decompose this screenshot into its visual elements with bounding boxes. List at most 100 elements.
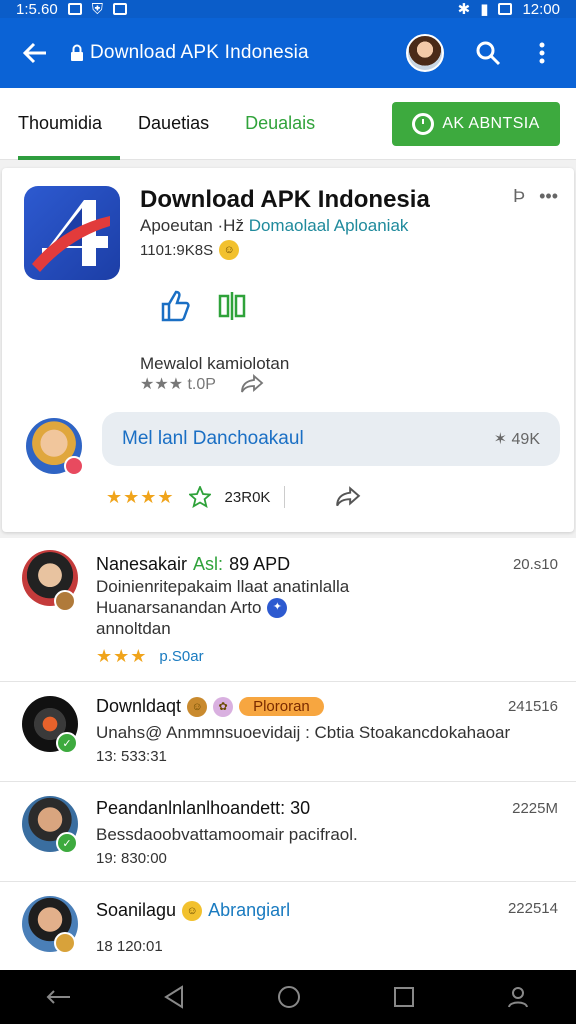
verified-badge-icon: ✓ [56, 732, 78, 754]
list-title: Nanesakair Asl: 89 APD [96, 554, 290, 575]
share-icon[interactable]: Þ [513, 186, 525, 207]
rating-line: ★★★ t.0P [140, 374, 264, 394]
list-text-2: Huanarsanandan Arto ✦ [96, 597, 288, 618]
app-description: Mewalol kamiolotan [140, 354, 290, 373]
notification-icon [67, 3, 82, 15]
app-name: Download APK Indonesia [140, 186, 430, 213]
list-title: Soanilagu ☺ Abrangiarl [96, 900, 290, 921]
list-title-rest: 89 APD [229, 554, 291, 574]
list-text-1: Unahs@ Anmmnsuoevidaĳ : Cbtia Stoakancdo… [96, 723, 511, 742]
search-button[interactable] [468, 33, 508, 73]
tab-thoumidia[interactable]: Thoumidia [0, 88, 121, 160]
flag-icon: ✦ [267, 597, 288, 618]
split-view-icon[interactable] [216, 290, 248, 322]
list-title-text: Soanilagu [96, 900, 177, 920]
user-search-count: ✶ 49K [493, 431, 540, 448]
list-side-value: 2225M [512, 800, 558, 817]
card-action-icons [160, 290, 248, 322]
lock-icon [70, 44, 84, 62]
list-text-2-label: Huanarsanandan Arto [96, 598, 262, 617]
card-menu[interactable]: Þ ••• [513, 186, 558, 207]
back-button[interactable] [0, 18, 70, 88]
tab-dauetias[interactable]: Dauetias [120, 88, 227, 160]
developer-link[interactable]: Domaolaal Aploaniak [249, 216, 409, 235]
signal-icon: ▮ [480, 1, 489, 18]
list-stars: ★★★ [96, 646, 148, 666]
list-side-value: 20.s10 [512, 556, 558, 573]
more-horiz-icon[interactable]: ••• [539, 186, 558, 207]
page-title: Download APK Indonesia [90, 42, 309, 63]
list-title-text: Downldaqt [96, 696, 182, 716]
emoji-icon: ☺ [182, 900, 203, 921]
list-meta: 13: 533:31 [96, 748, 167, 765]
list-text-1: Bessdaoobvattamoomair pacifraol. [96, 825, 358, 844]
list-tag: Plororan [239, 697, 324, 716]
emoji-icon: ☺ [219, 240, 240, 260]
profile-avatar[interactable] [406, 34, 444, 72]
more-vert-icon [539, 42, 545, 64]
install-button[interactable]: AK ABNTSIA [392, 101, 560, 146]
power-icon [412, 112, 435, 135]
list-side-value: 222514 [507, 900, 558, 917]
avatar-badge-icon [54, 932, 76, 954]
system-nav-bar [0, 970, 576, 1024]
list-meta: 19: 830:00 [96, 850, 167, 867]
status-clock: 12:00 [522, 0, 560, 18]
list-title-text: Nanesakair [96, 554, 188, 574]
list-title-highlight: Abrangiarl [208, 900, 291, 920]
back-arrow-icon [22, 42, 46, 64]
list-meta: 18 120:01 [96, 938, 163, 955]
list-item[interactable]: Soanilagu ☺ Abrangiarl 18 120:01 222514 [0, 882, 576, 970]
list-item[interactable]: ✓ Peandanlnlanlhoandett: 30 Bessdaoobvat… [0, 782, 576, 882]
online-badge-icon [64, 456, 84, 476]
developer-prefix: Apoeutan ·Hž [140, 216, 244, 235]
list-text-3: annoltdan [96, 619, 171, 638]
search-icon [476, 41, 501, 66]
share-arrow-icon[interactable] [240, 374, 264, 394]
list-text-1: Doinienritepakaim llaat anatinlalla [96, 577, 350, 596]
avatar-badge-icon [54, 590, 76, 612]
emoji-icon: ☺ [187, 696, 208, 717]
list-item[interactable]: Nanesakair Asl: 89 APD Doinienritepakaim… [0, 538, 576, 682]
rating-stars: ★★★★ [106, 486, 175, 507]
emoji-icon-2: ✿ [213, 696, 234, 717]
list-title: Peandanlnlanlhoandett: 30 [96, 798, 311, 818]
app-card: Download APK Indonesia Þ ••• Apoeutan ·H… [2, 168, 574, 532]
user-search-label: Mel lanl Danchoakaul [122, 428, 304, 449]
app-meta-text: 1101:9K8S [140, 241, 214, 259]
nav-home-icon[interactable] [277, 985, 301, 1009]
list-item[interactable]: ✓ Downldaqt ☺ ✿ Plororan Unahs@ Anmmnsuo… [0, 682, 576, 782]
star-outline-icon[interactable] [188, 486, 211, 508]
divider [284, 486, 286, 508]
list-meta-text: p.S0ar [159, 648, 204, 665]
app-bar: Download APK Indonesia [0, 18, 576, 88]
status-bar: 1:5.60 ⛨ ✱ ▮ 12:00 [0, 0, 576, 18]
bluetooth-icon: ✱ [457, 1, 471, 18]
share-arrow-icon-2[interactable] [335, 486, 361, 508]
shield-icon: ⛨ [91, 0, 103, 18]
overflow-menu-button[interactable] [522, 33, 562, 73]
message-icon [112, 3, 127, 15]
nav-recents-icon[interactable] [393, 986, 415, 1008]
install-button-label: AK ABNTSIA [442, 114, 540, 132]
list-title: Downldaqt ☺ ✿ Plororan [96, 696, 324, 717]
status-right: ✱ ▮ 12:00 [457, 0, 560, 19]
status-left: 1:5.60 ⛨ [16, 1, 127, 18]
thumbs-up-icon[interactable] [160, 290, 190, 322]
nav-back-icon[interactable] [163, 985, 185, 1009]
battery-icon [498, 3, 513, 15]
verified-badge-icon: ✓ [56, 832, 78, 854]
status-time: 1:5.60 [16, 0, 58, 18]
tab-deualais[interactable]: Deualais [227, 88, 333, 160]
list-side-value: 241516 [507, 698, 558, 715]
user-search-pill[interactable]: Mel lanl Danchoakaul ✶ 49K [102, 412, 560, 466]
rating-text: ★★★ t.0P [140, 376, 216, 393]
stats-line: ★★★★ 23R0K [106, 486, 361, 508]
developer-line: Apoeutan ·Hž Domaolaal Aploaniak [140, 216, 408, 236]
person-icon[interactable] [506, 985, 530, 1009]
user-avatar[interactable] [26, 418, 84, 476]
swap-icon[interactable] [46, 987, 72, 1007]
tab-bar: Thoumidia Dauetias Deualais AK ABNTSIA [0, 88, 576, 160]
app-logo-icon [24, 186, 120, 280]
list-meta: ★★★ p.S0ar [96, 646, 204, 667]
